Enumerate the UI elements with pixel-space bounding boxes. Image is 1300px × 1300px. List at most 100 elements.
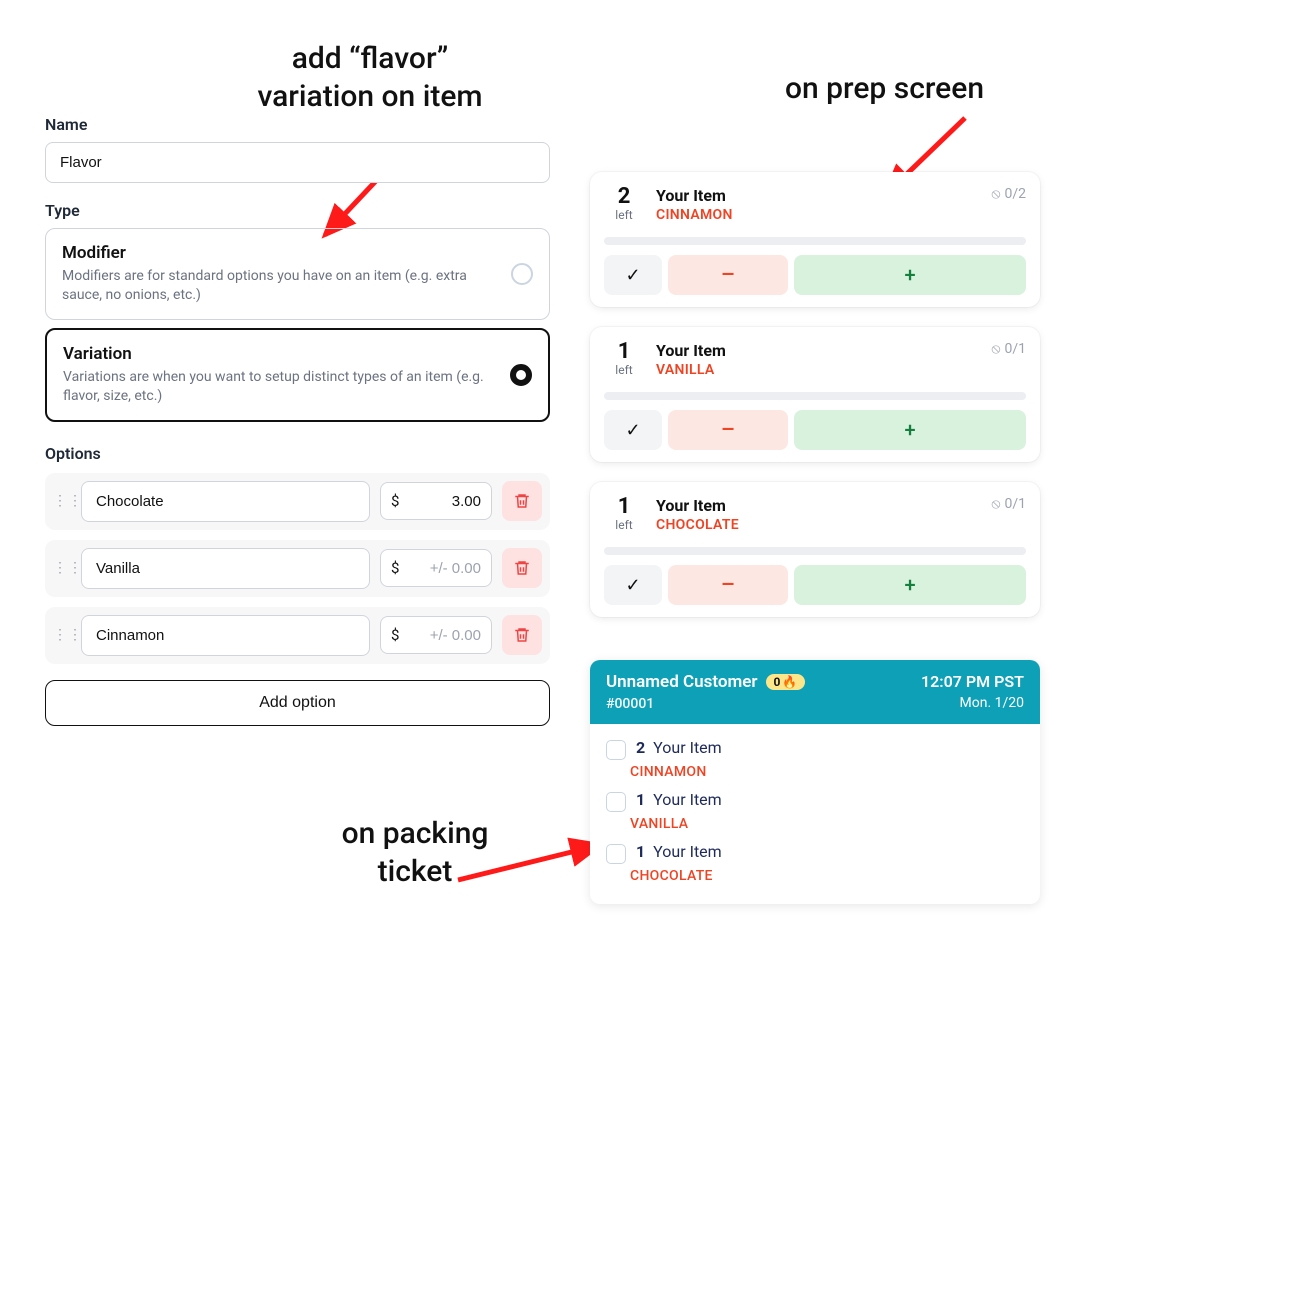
ticket-body: 2 Your Item CINNAMON 1 Your Item VANILLA… — [590, 724, 1040, 904]
prep-check-button[interactable]: ✓ — [604, 565, 662, 605]
price-input[interactable] — [405, 627, 481, 644]
price-box[interactable]: $ — [380, 482, 492, 520]
add-option-button[interactable]: Add option — [45, 680, 550, 726]
prep-left-label: left — [604, 208, 644, 222]
prep-variation: VANILLA — [656, 362, 979, 378]
type-option-variation[interactable]: Variation Variations are when you want t… — [45, 328, 550, 422]
prep-item-name: Your Item — [656, 186, 979, 205]
ticket-order-number: #00001 — [606, 696, 805, 712]
type-label: Type — [45, 201, 550, 220]
ticket-item: 2 Your Item — [636, 738, 722, 757]
radio-unselected-icon — [511, 263, 533, 285]
ticket-checkbox[interactable] — [606, 792, 626, 812]
status-circle-icon: ⦸ — [991, 341, 1000, 357]
currency-label: $ — [391, 626, 399, 644]
prep-card: 1 left Your Item CHOCOLATE ⦸ 0/1 ✓ – + — [590, 482, 1040, 617]
prep-minus-button[interactable]: – — [668, 410, 788, 450]
badge-count: 0 — [774, 675, 781, 689]
delete-option-button[interactable] — [502, 548, 542, 588]
ticket-date: Mon. 1/20 — [921, 695, 1024, 711]
status-circle-icon: ⦸ — [991, 186, 1000, 202]
prep-item-name: Your Item — [656, 341, 979, 360]
ticket-item: 1 Your Item — [636, 790, 722, 809]
prep-plus-button[interactable]: + — [794, 565, 1026, 605]
ticket-item-name: Your Item — [653, 790, 722, 809]
annotation-add-flavor: add “flavor” variation on item — [185, 40, 555, 115]
ticket-customer-name: Unnamed Customer — [606, 672, 758, 692]
status-circle-icon: ⦸ — [991, 496, 1000, 512]
prep-left-label: left — [604, 518, 644, 532]
ticket-item: 1 Your Item — [636, 842, 722, 861]
prep-status-text: 0/2 — [1004, 186, 1026, 202]
ticket-item-name: Your Item — [653, 738, 722, 757]
ticket-checkbox[interactable] — [606, 740, 626, 760]
currency-label: $ — [391, 492, 399, 510]
prep-item-name: Your Item — [656, 496, 979, 515]
prep-status-text: 0/1 — [1004, 341, 1026, 357]
delete-option-button[interactable] — [502, 481, 542, 521]
prep-left-label: left — [604, 363, 644, 377]
prep-plus-button[interactable]: + — [794, 255, 1026, 295]
trash-icon — [513, 559, 531, 577]
option-row: ⋮⋮ $ — [45, 473, 550, 530]
ticket-variation: VANILLA — [630, 816, 1024, 832]
option-name-input[interactable] — [81, 548, 370, 589]
prep-check-button[interactable]: ✓ — [604, 410, 662, 450]
modifier-title: Modifier — [62, 243, 497, 263]
prep-progress-bar — [604, 547, 1026, 555]
ticket-item-qty: 1 — [636, 842, 645, 861]
prep-qty: 1 — [604, 496, 644, 518]
options-label: Options — [45, 444, 550, 463]
ticket-item-qty: 2 — [636, 738, 645, 757]
option-name-input[interactable] — [81, 615, 370, 656]
type-option-modifier[interactable]: Modifier Modifiers are for standard opti… — [45, 228, 550, 320]
prep-qty: 1 — [604, 341, 644, 363]
prep-plus-button[interactable]: + — [794, 410, 1026, 450]
prep-progress-bar — [604, 237, 1026, 245]
prep-qty: 2 — [604, 186, 644, 208]
radio-selected-icon — [510, 364, 532, 386]
variation-title: Variation — [63, 344, 496, 364]
prep-variation: CINNAMON — [656, 207, 979, 223]
variation-form: Name Type Modifier Modifiers are for sta… — [45, 115, 550, 726]
name-input[interactable] — [45, 142, 550, 183]
prep-minus-button[interactable]: – — [668, 565, 788, 605]
trash-icon — [513, 626, 531, 644]
ticket-variation: CHOCOLATE — [630, 868, 1024, 884]
modifier-desc: Modifiers are for standard options you h… — [62, 267, 497, 305]
prep-progress-bar — [604, 392, 1026, 400]
prep-status-text: 0/1 — [1004, 496, 1026, 512]
ticket-priority-badge: 0 🔥 — [766, 674, 806, 690]
annotation-prep-screen: on prep screen — [785, 70, 984, 108]
prep-check-button[interactable]: ✓ — [604, 255, 662, 295]
fire-icon: 🔥 — [782, 675, 797, 689]
ticket-item-name: Your Item — [653, 842, 722, 861]
prep-status: ⦸ 0/1 — [991, 496, 1026, 512]
prep-variation: CHOCOLATE — [656, 517, 979, 533]
ticket-checkbox[interactable] — [606, 844, 626, 864]
ticket-variation: CINNAMON — [630, 764, 1024, 780]
drag-handle-icon[interactable]: ⋮⋮ — [53, 493, 71, 509]
drag-handle-icon[interactable]: ⋮⋮ — [53, 627, 71, 643]
delete-option-button[interactable] — [502, 615, 542, 655]
prep-screen-panel: 2 left Your Item CINNAMON ⦸ 0/2 ✓ – + 1 … — [590, 172, 1040, 637]
price-input[interactable] — [405, 493, 481, 510]
option-row: ⋮⋮ $ — [45, 607, 550, 664]
ticket-item-qty: 1 — [636, 790, 645, 809]
name-label: Name — [45, 115, 550, 134]
ticket-time: 12:07 PM PST — [921, 672, 1024, 691]
prep-card: 1 left Your Item VANILLA ⦸ 0/1 ✓ – + — [590, 327, 1040, 462]
prep-minus-button[interactable]: – — [668, 255, 788, 295]
annotation-packing-ticket: on packing ticket — [300, 815, 530, 890]
price-input[interactable] — [405, 560, 481, 577]
option-row: ⋮⋮ $ — [45, 540, 550, 597]
prep-status: ⦸ 0/1 — [991, 341, 1026, 357]
price-box[interactable]: $ — [380, 549, 492, 587]
drag-handle-icon[interactable]: ⋮⋮ — [53, 560, 71, 576]
currency-label: $ — [391, 559, 399, 577]
option-name-input[interactable] — [81, 481, 370, 522]
price-box[interactable]: $ — [380, 616, 492, 654]
packing-ticket: Unnamed Customer 0 🔥 #00001 12:07 PM PST… — [590, 660, 1040, 904]
trash-icon — [513, 492, 531, 510]
prep-status: ⦸ 0/2 — [991, 186, 1026, 202]
